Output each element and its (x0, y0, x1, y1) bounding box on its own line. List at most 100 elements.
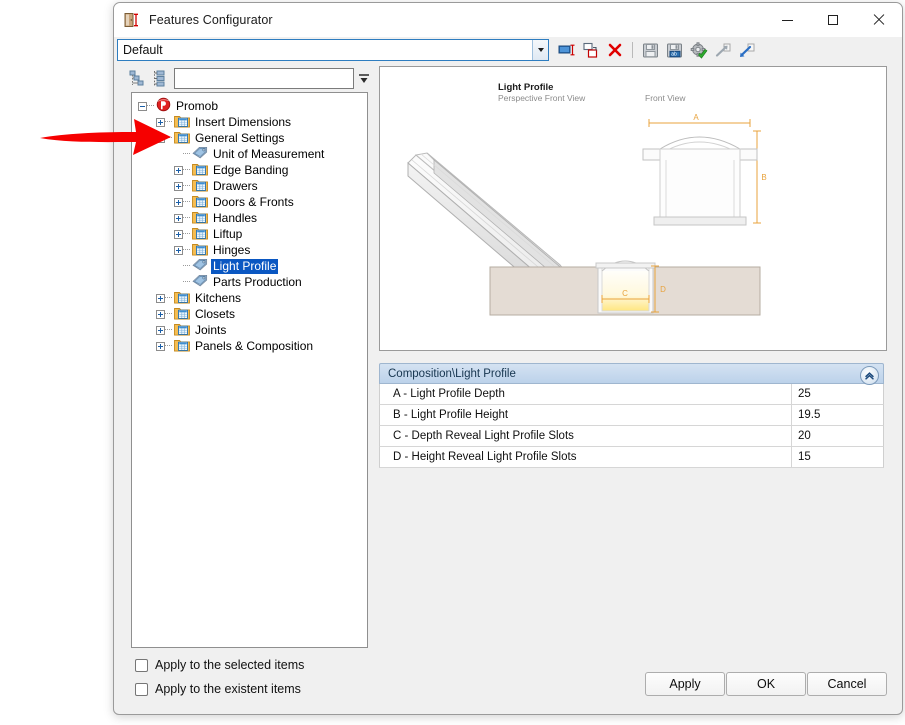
tree-connector (183, 185, 190, 187)
tree-view[interactable]: Promob Insert Dimensions General Settings U… (131, 92, 368, 648)
apply-selected-checkbox[interactable] (135, 658, 148, 672)
window-title: Features Configurator (149, 13, 273, 27)
tree-item-label: Parts Production (213, 274, 302, 289)
properties-collapse-button[interactable] (860, 366, 879, 385)
folder-table-icon (192, 226, 208, 243)
tree-item-label: Handles (213, 210, 258, 225)
property-value[interactable]: 25 (791, 384, 883, 404)
apply-button[interactable]: Apply (645, 672, 725, 696)
tree-connector (183, 153, 190, 155)
tree-item-parts-production[interactable]: Parts Production (138, 274, 367, 290)
profile-combobox[interactable]: Default (117, 39, 549, 61)
expand-node-icon[interactable] (174, 197, 183, 207)
tree-item-joints[interactable]: Joints (138, 322, 367, 338)
expand-node-icon[interactable] (174, 213, 183, 223)
properties-panel: Composition\Light Profile A - Light Prof… (379, 363, 884, 468)
expand-node-icon[interactable] (156, 293, 165, 303)
duplicate-item-button[interactable] (580, 40, 601, 61)
tag-icon (192, 258, 208, 274)
apply-validate-button[interactable] (688, 40, 709, 61)
search-filter-dropdown[interactable] (357, 71, 370, 86)
tree-item-drawers[interactable]: Drawers (138, 178, 367, 194)
cross-section-drawing: C D (489, 260, 761, 316)
tree-search-box[interactable] (174, 68, 354, 89)
preview-title: Light Profile (498, 82, 554, 93)
title-bar: Features Configurator (114, 3, 902, 37)
collapse-node-icon[interactable] (138, 101, 147, 111)
collapse-tree-icon[interactable] (129, 70, 146, 87)
property-value[interactable]: 15 (791, 447, 883, 467)
apply-existent-checkbox[interactable] (135, 682, 148, 696)
export-button[interactable] (736, 40, 757, 61)
search-input[interactable] (175, 69, 353, 88)
chevron-down-icon (537, 48, 544, 52)
apply-existent-row[interactable]: Apply to the existent items (135, 682, 301, 696)
folder-table-icon (174, 114, 190, 131)
tree-item-label: Joints (195, 322, 227, 337)
tree-item-label: Light Profile (211, 258, 279, 274)
apply-selected-row[interactable]: Apply to the selected items (135, 658, 304, 672)
save-as-button[interactable]: ab (664, 40, 685, 61)
apply-button-label: Apply (669, 677, 701, 691)
apply-selected-label: Apply to the selected items (155, 658, 305, 672)
folder-table-icon (192, 162, 208, 179)
folder-table-icon (174, 290, 190, 307)
ok-button-label: OK (756, 677, 776, 691)
profile-dropdown-arrow[interactable] (532, 40, 548, 60)
ok-button[interactable]: OK (726, 672, 806, 696)
tree-item-edge-banding[interactable]: Edge Banding (138, 162, 367, 178)
front-view-drawing: A B (642, 113, 767, 226)
svg-text:A: A (693, 113, 699, 122)
save-button[interactable] (640, 40, 661, 61)
property-row[interactable]: C - Depth Reveal Light Profile Slots 20 (379, 426, 884, 447)
property-value[interactable]: 19.5 (791, 405, 883, 425)
tree-connector (165, 313, 172, 315)
tree-item-doors-fronts[interactable]: Doors & Fronts (138, 194, 367, 210)
rename-item-button[interactable] (556, 40, 577, 61)
folder-table-icon (192, 210, 208, 227)
property-row[interactable]: D - Height Reveal Light Profile Slots 15 (379, 447, 884, 468)
tree-item-kitchens[interactable]: Kitchens (138, 290, 367, 306)
tag-icon (192, 146, 208, 162)
tree-item-label: Insert Dimensions (195, 114, 292, 129)
preview-front-view-label: Front View (645, 93, 686, 103)
property-row[interactable]: B - Light Profile Height 19.5 (379, 405, 884, 426)
tree-item-closets[interactable]: Closets (138, 306, 367, 322)
property-value[interactable]: 20 (791, 426, 883, 446)
expand-node-icon[interactable] (174, 229, 183, 239)
folder-table-icon (192, 178, 208, 195)
tree-item-liftup[interactable]: Liftup (138, 226, 367, 242)
tree-item-panels-composition[interactable]: Panels & Composition (138, 338, 367, 354)
property-name: A - Light Profile Depth (393, 388, 505, 400)
tree-connector (183, 233, 190, 235)
expand-tree-icon[interactable] (151, 70, 168, 87)
tree-item-promob[interactable]: Promob (138, 97, 367, 114)
import-button[interactable] (712, 40, 733, 61)
property-name: D - Height Reveal Light Profile Slots (393, 451, 577, 463)
tree-item-light-profile[interactable]: Light Profile (138, 258, 367, 274)
tree-item-hinges[interactable]: Hinges (138, 242, 367, 258)
property-row[interactable]: A - Light Profile Depth 25 (379, 384, 884, 405)
maximize-icon (828, 15, 838, 25)
minimize-button[interactable] (764, 3, 810, 37)
close-button[interactable] (856, 3, 902, 37)
expand-node-icon[interactable] (156, 309, 165, 319)
tree-connector (183, 249, 190, 251)
properties-header-title: Composition\Light Profile (388, 367, 516, 380)
expand-node-icon[interactable] (174, 181, 183, 191)
expand-node-icon[interactable] (174, 165, 183, 175)
delete-item-button[interactable] (604, 40, 625, 61)
toolbar: ab (556, 39, 757, 61)
cancel-button[interactable]: Cancel (807, 672, 887, 696)
maximize-button[interactable] (810, 3, 856, 37)
minimize-icon (781, 19, 793, 21)
red-arrow-annotation (40, 119, 171, 155)
expand-node-icon[interactable] (156, 325, 165, 335)
expand-node-icon[interactable] (156, 341, 165, 351)
tree-toolbar (129, 66, 369, 90)
tree-item-handles[interactable]: Handles (138, 210, 367, 226)
tree-connector (165, 329, 172, 331)
tree-item-label: Kitchens (195, 290, 242, 305)
expand-node-icon[interactable] (174, 245, 183, 255)
tree-item-label: Drawers (213, 178, 258, 193)
